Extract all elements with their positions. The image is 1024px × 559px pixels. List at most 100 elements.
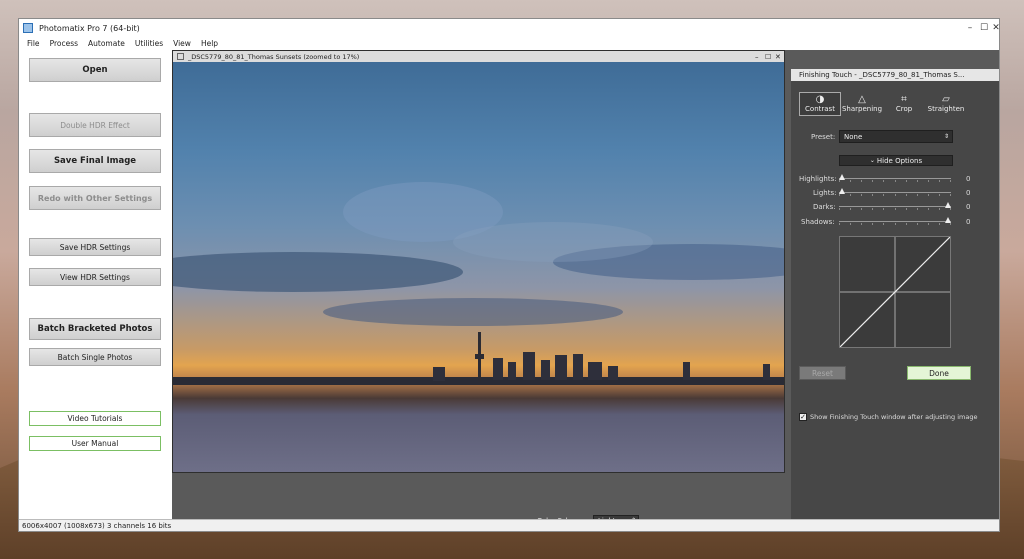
batch-single-photos-button[interactable]: Batch Single Photos	[29, 348, 161, 366]
slider-tick	[850, 208, 852, 210]
hide-options-button[interactable]: ⌄ Hide Options	[839, 155, 953, 166]
chevron-down-icon: ⌄	[869, 157, 875, 164]
slider-tick	[883, 223, 885, 225]
save-final-image-button[interactable]: Save Final Image	[29, 149, 161, 173]
highlights-value: 0	[966, 175, 971, 183]
straighten-icon: ▱	[942, 94, 950, 105]
app-icon	[23, 23, 33, 33]
slider-tick	[883, 180, 885, 182]
image-window-titlebar: _DSC5779_80_81_Thomas Sunsets (zoomed to…	[173, 51, 784, 62]
video-tutorials-button[interactable]: Video Tutorials	[29, 411, 161, 426]
show-window-label: Show Finishing Touch window after adjust…	[810, 413, 978, 421]
skyline-svg	[173, 182, 784, 385]
slider-tick	[950, 223, 951, 225]
redo-with-other-settings-button[interactable]: Redo with Other Settings	[29, 186, 161, 210]
slider-tick	[927, 180, 929, 182]
menu-bar: File Process Automate Utilities View Hel…	[19, 37, 999, 50]
menu-file[interactable]: File	[27, 39, 40, 48]
slider-tick	[839, 180, 840, 182]
lights-label: Lights:	[813, 189, 837, 197]
finishing-tools: ◑ Contrast △ Sharpening ⌗ Crop ▱ Straigh…	[799, 92, 967, 116]
slider-tick	[916, 180, 918, 182]
batch-bracketed-photos-button[interactable]: Batch Bracketed Photos	[29, 318, 161, 340]
image-window: _DSC5779_80_81_Thomas Sunsets (zoomed to…	[172, 50, 785, 473]
slider-tick	[950, 208, 951, 210]
slider-tick	[872, 194, 874, 196]
preset-label: Preset:	[811, 133, 836, 141]
slider-tick	[872, 180, 874, 182]
slider-tick	[894, 223, 896, 225]
slider-tick	[938, 223, 940, 225]
highlights-label: Highlights:	[799, 175, 837, 183]
shadows-label: Shadows:	[801, 218, 835, 226]
show-window-checkbox[interactable]: ✓	[799, 413, 807, 421]
save-hdr-settings-button[interactable]: Save HDR Settings	[29, 238, 161, 256]
highlights-slider[interactable]	[839, 174, 951, 182]
shadows-slider[interactable]	[839, 217, 951, 225]
darks-slider[interactable]	[839, 202, 951, 210]
slider-tick	[905, 208, 907, 210]
slider-tick	[894, 194, 896, 196]
open-button[interactable]: Open	[29, 58, 161, 82]
darks-label: Darks:	[813, 203, 836, 211]
tone-curve-graph[interactable]	[839, 236, 951, 348]
slider-tick	[938, 180, 940, 182]
finishing-touch-panel: Finishing Touch - _DSC5779_80_81_Thomas …	[791, 69, 999, 519]
lights-slider[interactable]	[839, 188, 951, 196]
slider-tick	[883, 208, 885, 210]
menu-utilities[interactable]: Utilities	[135, 39, 163, 48]
slider-tick	[894, 180, 896, 182]
slider-tick	[850, 194, 852, 196]
tool-crop[interactable]: ⌗ Crop	[883, 92, 925, 116]
done-button[interactable]: Done	[907, 366, 971, 380]
slider-tick	[839, 208, 840, 210]
tool-sharpening[interactable]: △ Sharpening	[841, 92, 883, 116]
menu-automate[interactable]: Automate	[88, 39, 125, 48]
tool-straighten-label: Straighten	[927, 105, 965, 113]
sharpening-icon: △	[858, 94, 866, 105]
minimize-icon[interactable]: –	[963, 19, 977, 37]
slider-tick	[927, 223, 929, 225]
slider-tick	[905, 194, 907, 196]
tone-curve-svg	[839, 236, 951, 348]
menu-view[interactable]: View	[173, 39, 191, 48]
menu-process[interactable]: Process	[50, 39, 78, 48]
window-title: Photomatix Pro 7 (64-bit)	[39, 23, 140, 33]
slider-tick	[872, 208, 874, 210]
image-maximize-icon[interactable]: ☐	[765, 53, 771, 61]
menu-help[interactable]: Help	[201, 39, 218, 48]
slider-tick	[839, 194, 840, 196]
photomatix-window: Photomatix Pro 7 (64-bit) – ☐ ✕ File Pro…	[18, 18, 1000, 532]
lights-value: 0	[966, 189, 971, 197]
title-bar: Photomatix Pro 7 (64-bit) – ☐ ✕	[19, 19, 1000, 37]
slider-tick	[850, 223, 852, 225]
slider-tick	[927, 208, 929, 210]
image-window-icon	[177, 53, 184, 60]
tool-contrast-label: Contrast	[805, 105, 835, 113]
tool-straighten[interactable]: ▱ Straighten	[925, 92, 967, 116]
crop-icon: ⌗	[901, 94, 907, 105]
shadows-value: 0	[966, 218, 971, 226]
tool-contrast[interactable]: ◑ Contrast	[799, 92, 841, 116]
slider-tick	[861, 180, 863, 182]
slider-tick	[861, 223, 863, 225]
reset-button[interactable]: Reset	[799, 366, 846, 380]
tool-crop-label: Crop	[895, 105, 913, 113]
preset-select[interactable]: None ⇕	[839, 130, 953, 143]
view-hdr-settings-button[interactable]: View HDR Settings	[29, 268, 161, 286]
select-arrows-icon: ⇕	[943, 133, 949, 140]
image-minimize-icon[interactable]: –	[755, 53, 759, 61]
close-icon[interactable]: ✕	[989, 19, 1003, 37]
slider-tick	[905, 223, 907, 225]
image-close-icon[interactable]: ✕	[775, 53, 781, 61]
preview-image[interactable]	[173, 62, 784, 472]
slider-track	[839, 221, 951, 222]
slider-tick	[950, 180, 951, 182]
status-bar: 6006x4007 (1008x673) 3 channels 16 bits	[19, 519, 999, 531]
preset-value: None	[844, 132, 863, 141]
slider-tick	[950, 194, 951, 196]
slider-tick	[894, 208, 896, 210]
slider-track	[839, 178, 951, 179]
user-manual-button[interactable]: User Manual	[29, 436, 161, 451]
double-hdr-effect-button[interactable]: Double HDR Effect	[29, 113, 161, 137]
